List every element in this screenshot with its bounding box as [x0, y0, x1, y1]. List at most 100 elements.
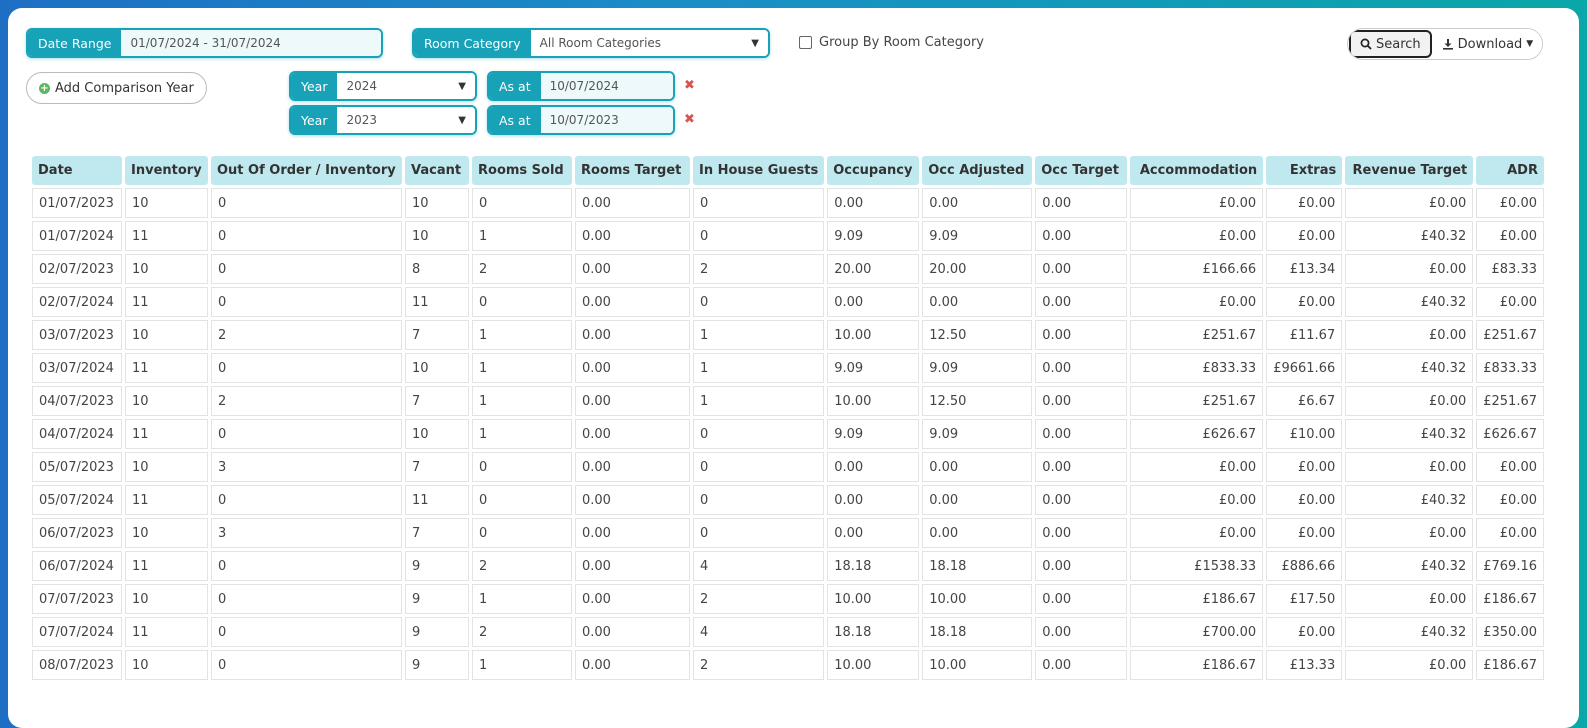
room-category-select[interactable]: All Room Categories ▼	[530, 30, 768, 56]
year-select[interactable]: 2023 ▼	[337, 107, 475, 133]
table-cell: £350.00	[1476, 617, 1544, 647]
column-header[interactable]: Rooms Sold	[472, 156, 572, 185]
table-cell: 2	[472, 617, 572, 647]
year-label: Year	[291, 107, 338, 133]
table-cell: 1	[472, 353, 572, 383]
table-cell: 0	[693, 452, 825, 482]
column-header[interactable]: Inventory	[125, 156, 208, 185]
table-cell: 0.00	[575, 617, 690, 647]
table-cell: £0.00	[1345, 320, 1474, 350]
table-cell: £626.67	[1476, 419, 1544, 449]
table-cell: 0	[472, 485, 572, 515]
table-row: 07/07/2024 11 0 9 2 0.00 4 18.18 18.18 0.00 £700.0…	[32, 617, 1544, 647]
table-cell: 10	[125, 320, 208, 350]
date-range-input[interactable]: 01/07/2024 - 31/07/2024	[121, 30, 381, 56]
table-cell: 7	[405, 518, 469, 548]
table-cell: 3	[211, 452, 402, 482]
report-table: Date Inventory Out Of Order / Inventory Vac…	[29, 153, 1547, 683]
column-header[interactable]: Occ Adjusted	[922, 156, 1033, 185]
table-cell: 2	[693, 584, 825, 614]
table-cell: 02/07/2024	[32, 287, 122, 317]
year-select[interactable]: 2024 ▼	[337, 73, 475, 99]
table-cell: 1	[472, 419, 572, 449]
table-cell: £40.32	[1345, 419, 1474, 449]
column-header[interactable]: Revenue Target	[1345, 156, 1474, 185]
table-cell: 11	[125, 485, 208, 515]
table-cell: 10	[405, 188, 469, 218]
table-cell: £0.00	[1476, 485, 1544, 515]
table-cell: 0.00	[575, 254, 690, 284]
remove-icon[interactable]: ✖	[684, 78, 695, 93]
table-cell: £0.00	[1345, 386, 1474, 416]
table-row: 08/07/2023 10 0 9 1 0.00 2 10.00 10.00 0.00 £186.6…	[32, 650, 1544, 680]
table-cell: 0.00	[1035, 188, 1128, 218]
download-button[interactable]: Download ▼	[1432, 29, 1542, 59]
table-cell: 0	[472, 188, 572, 218]
table-cell: 10.00	[922, 584, 1033, 614]
column-header[interactable]: Vacant	[405, 156, 469, 185]
table-cell: £0.00	[1476, 518, 1544, 548]
room-category-group: Room Category All Room Categories ▼	[412, 28, 770, 58]
table-cell: 0	[693, 287, 825, 317]
table-cell: 0.00	[575, 353, 690, 383]
table-cell: 0.00	[1035, 287, 1128, 317]
table-cell: 0.00	[575, 584, 690, 614]
table-cell: 2	[472, 551, 572, 581]
table-cell: 10	[405, 221, 469, 251]
remove-icon[interactable]: ✖	[684, 112, 695, 127]
table-cell: 10	[125, 584, 208, 614]
as-at-group-1: As at 10/07/2024	[487, 71, 675, 101]
add-comparison-year-button[interactable]: + Add Comparison Year	[26, 72, 207, 104]
table-cell: 11	[405, 287, 469, 317]
column-header[interactable]: Rooms Target	[575, 156, 690, 185]
column-header[interactable]: Accommodation	[1130, 156, 1264, 185]
table-cell: 11	[125, 419, 208, 449]
column-header[interactable]: ADR	[1476, 156, 1544, 185]
table-cell: 0.00	[575, 320, 690, 350]
table-cell: 7	[405, 386, 469, 416]
group-by-room-category[interactable]: Group By Room Category	[799, 35, 984, 50]
table-row: 05/07/2023 10 3 7 0 0.00 0 0.00 0.00 0.00 £0.00 £0.…	[32, 452, 1544, 482]
column-header[interactable]: Occ Target	[1035, 156, 1128, 185]
as-at-input[interactable]: 10/07/2023	[540, 107, 673, 133]
download-label: Download	[1457, 36, 1523, 52]
table-cell: £0.00	[1476, 452, 1544, 482]
as-at-input[interactable]: 10/07/2024	[540, 73, 673, 99]
table-cell: £0.00	[1266, 452, 1343, 482]
table-cell: £166.66	[1130, 254, 1264, 284]
table-cell: 11	[125, 551, 208, 581]
table-cell: £0.00	[1266, 518, 1343, 548]
table-cell: £13.34	[1266, 254, 1343, 284]
table-cell: 0.00	[575, 551, 690, 581]
table-cell: 3	[211, 518, 402, 548]
column-header[interactable]: Extras	[1266, 156, 1343, 185]
table-cell: £251.67	[1130, 386, 1264, 416]
table-cell: 03/07/2023	[32, 320, 122, 350]
search-button[interactable]: Search	[1349, 30, 1432, 58]
column-header[interactable]: Occupancy	[827, 156, 920, 185]
table-row: 03/07/2024 11 0 10 1 0.00 1 9.09 9.09 0.00 £833.33…	[32, 353, 1544, 383]
table-cell: £186.67	[1476, 650, 1544, 680]
date-range-group: Date Range 01/07/2024 - 31/07/2024	[26, 28, 383, 58]
table-cell: 10	[405, 419, 469, 449]
table-cell: £0.00	[1130, 188, 1264, 218]
group-by-checkbox[interactable]	[799, 36, 812, 49]
table-cell: 0.00	[922, 518, 1033, 548]
table-cell: 0	[472, 452, 572, 482]
table-cell: £0.00	[1345, 650, 1474, 680]
column-header[interactable]: Date	[32, 156, 122, 185]
table-cell: 1	[472, 320, 572, 350]
table-row: 07/07/2023 10 0 9 1 0.00 2 10.00 10.00 0.00 £186.6…	[32, 584, 1544, 614]
table-cell: 0	[693, 221, 825, 251]
table-cell: 02/07/2023	[32, 254, 122, 284]
table-cell: 1	[693, 320, 825, 350]
as-at-label: As at	[489, 107, 541, 133]
column-header[interactable]: Out Of Order / Inventory	[211, 156, 402, 185]
table-cell: 11	[125, 617, 208, 647]
table-cell: 0	[693, 518, 825, 548]
table-cell: 03/07/2024	[32, 353, 122, 383]
table-cell: 0	[211, 188, 402, 218]
table-cell: 0	[693, 188, 825, 218]
table-cell: £251.67	[1476, 386, 1544, 416]
column-header[interactable]: In House Guests	[693, 156, 825, 185]
